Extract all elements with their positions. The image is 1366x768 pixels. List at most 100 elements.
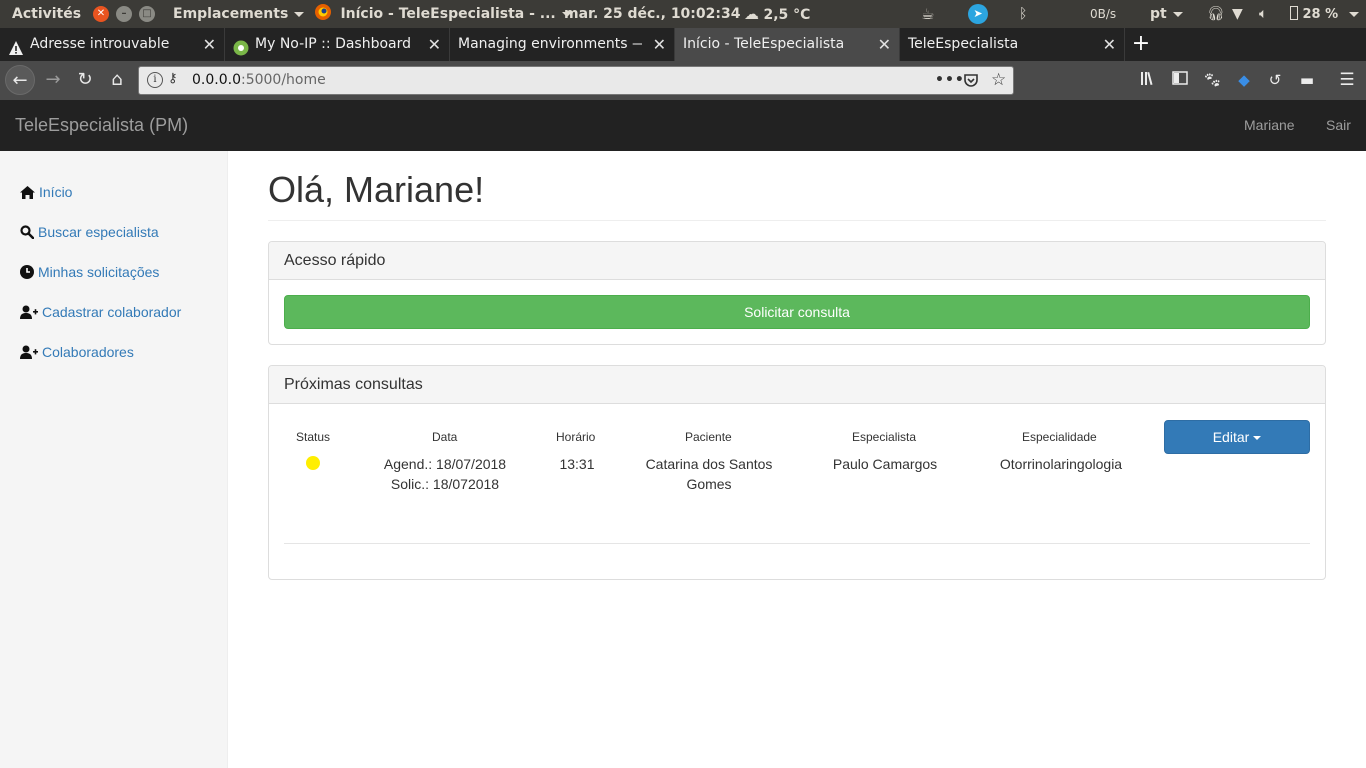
sidebar-item-label: Colaboradores [42,344,134,360]
app-brand[interactable]: TeleEspecialista (PM) [15,100,188,151]
forward-button[interactable]: → [38,65,68,95]
sidebar-item-colaboradores[interactable]: Colaboradores [20,342,134,362]
page-title: Olá, Mariane! [268,169,485,210]
bluetooth-icon[interactable]: ᛒ [1019,0,1027,28]
column-header: Data [432,430,458,444]
places-label: Emplacements [173,6,289,22]
history-icon[interactable]: ↺ [1264,70,1286,90]
page-actions-icon[interactable]: ••• [935,67,965,94]
url-path: :5000/home [240,72,326,88]
reload-button[interactable]: ↻ [70,65,100,95]
sidebar-item-minhas-solicitacoes[interactable]: Minhas solicitações [20,262,159,282]
tab-title: My No-IP :: Dashboard [255,36,412,52]
vpn-extension-icon[interactable]: ◆ [1233,70,1255,90]
window-minimize-icon[interactable]: – [116,6,132,22]
home-button[interactable]: ⌂ [102,65,132,95]
weather-indicator[interactable]: ☁ 2,5 °C [744,0,810,28]
sidebar-item-label: Cadastrar colaborador [42,304,182,320]
clock[interactable]: mar. 25 déc., 10:02:34 [564,0,740,28]
chevron-down-icon [294,11,305,17]
panel-heading: Próximas consultas [269,366,1325,404]
caffeine-icon[interactable]: ☕ [921,0,934,28]
sidebar-item-label: Buscar especialista [38,224,159,240]
url-host: 0.0.0.0 [192,72,241,88]
user-link[interactable]: Mariane [1244,100,1295,151]
close-icon[interactable]: ✕ [878,28,891,61]
telegram-icon[interactable]: ➤ [968,4,988,24]
sidebar-item-inicio[interactable]: Início [20,182,72,202]
divider [268,220,1326,221]
divider [284,543,1310,544]
sidebar-item-buscar-especialista[interactable]: Buscar especialista [20,222,159,242]
panel-heading: Acesso rápido [269,242,1325,280]
library-icon[interactable] [1138,70,1160,91]
tab-title: TeleEspecialista [908,36,1019,52]
network-speed: 0B/s [1090,7,1117,21]
close-icon[interactable]: ✕ [203,28,216,61]
date-cell: Agend.: 18/07/2018 Solic.: 18/072018 [381,454,509,494]
tab-noip-dashboard[interactable]: My No-IP :: Dashboard ✕ [225,28,450,61]
edit-dropdown-button[interactable]: Editar [1164,420,1310,454]
time-cell: 13:31 [559,456,595,472]
tab-adresse-introuvable[interactable]: Adresse introuvable ✕ [0,28,225,61]
url-text[interactable]: 0.0.0.0:5000/home [192,67,326,94]
active-app-label: Início - TeleEspecialista - ... [340,6,556,22]
scheduled-date: Agend.: 18/07/2018 [383,456,507,472]
upcoming-consultations-panel: Próximas consultas Status Data Horário P… [268,365,1326,580]
battery-icon [1290,6,1298,20]
battery-label: 28 % [1302,7,1339,22]
activities-button[interactable]: Activités [12,0,81,28]
sidebar-toggle-icon[interactable] [1169,70,1191,91]
volume-icon[interactable]: 🔈︎ [1259,0,1267,28]
specialty-cell: Otorrinolaringologia [999,456,1123,472]
laptop-extension-icon[interactable]: ▬ [1296,70,1318,90]
chevron-down-icon [1348,11,1359,17]
chevron-down-icon [1253,436,1262,441]
sidebar-item-label: Início [39,184,73,200]
sidebar: Início Buscar especialista Minhas solici… [0,151,228,768]
requested-date: Solic.: 18/072018 [390,476,500,492]
close-icon[interactable]: ✕ [1103,28,1116,61]
wifi-icon[interactable]: ▼ [1232,0,1243,28]
tab-teleespecialista[interactable]: TeleEspecialista ✕ [900,28,1125,61]
window-maximize-icon[interactable]: □ [139,6,155,22]
bookmark-star-icon[interactable]: ☆ [991,67,1006,94]
edit-button-label: Editar [1212,429,1250,445]
column-header: Especialidade [1022,430,1097,444]
quick-access-panel: Acesso rápido Solicitar consulta [268,241,1326,345]
noip-logo-icon [233,36,249,55]
close-icon[interactable]: ✕ [653,28,666,61]
tab-title: Adresse introuvable [30,36,170,52]
search-icon [20,225,35,240]
active-app-menu[interactable]: Início - TeleEspecialista - ... [314,0,572,28]
request-consultation-button[interactable]: Solicitar consulta [284,295,1310,329]
browser-toolbar: ← → ↻ ⌂ i ⚷ 0.0.0.0:5000/home ••• ☆ 🐾︎ ◆… [0,61,1366,100]
pocket-icon[interactable] [963,67,979,94]
patient-cell: Catarina dos Santos Gomes [645,456,773,492]
close-icon[interactable]: ✕ [428,28,441,61]
weather-temp: 2,5 °C [763,7,811,23]
language-menu[interactable]: pt [1150,0,1183,28]
sidebar-item-label: Minhas solicitações [38,264,160,280]
tab-managing-environments[interactable]: Managing environments — C ✕ [450,28,675,61]
window-close-icon[interactable]: ✕ [93,6,109,22]
menu-icon[interactable]: ☰ [1336,70,1358,90]
places-menu[interactable]: Emplacements [173,0,305,28]
address-bar[interactable]: i ⚷ 0.0.0.0:5000/home ••• ☆ [138,66,1014,95]
new-tab-button[interactable]: + [1130,28,1152,61]
back-button[interactable]: ← [5,65,35,95]
status-indicator [306,456,320,470]
browser-tab-strip: Adresse introuvable ✕ My No-IP :: Dashbo… [0,28,1366,61]
headphones-icon[interactable]: 🎧︎ [1207,0,1225,28]
battery-indicator[interactable]: 28 % [1290,0,1359,28]
key-icon: ⚷ [168,71,178,86]
tab-inicio-teleespecialista[interactable]: Início - TeleEspecialista ✕ [675,28,900,61]
logout-link[interactable]: Sair [1326,100,1351,151]
column-header: Horário [556,430,596,444]
specialist-cell: Paulo Camargos [832,456,938,472]
add-user-icon [20,345,38,360]
sidebar-item-cadastrar-colaborador[interactable]: Cadastrar colaborador [20,302,181,322]
chevron-down-icon [1172,11,1183,17]
info-icon[interactable]: i [147,72,163,88]
gnome-extension-icon[interactable]: 🐾︎ [1201,70,1223,90]
